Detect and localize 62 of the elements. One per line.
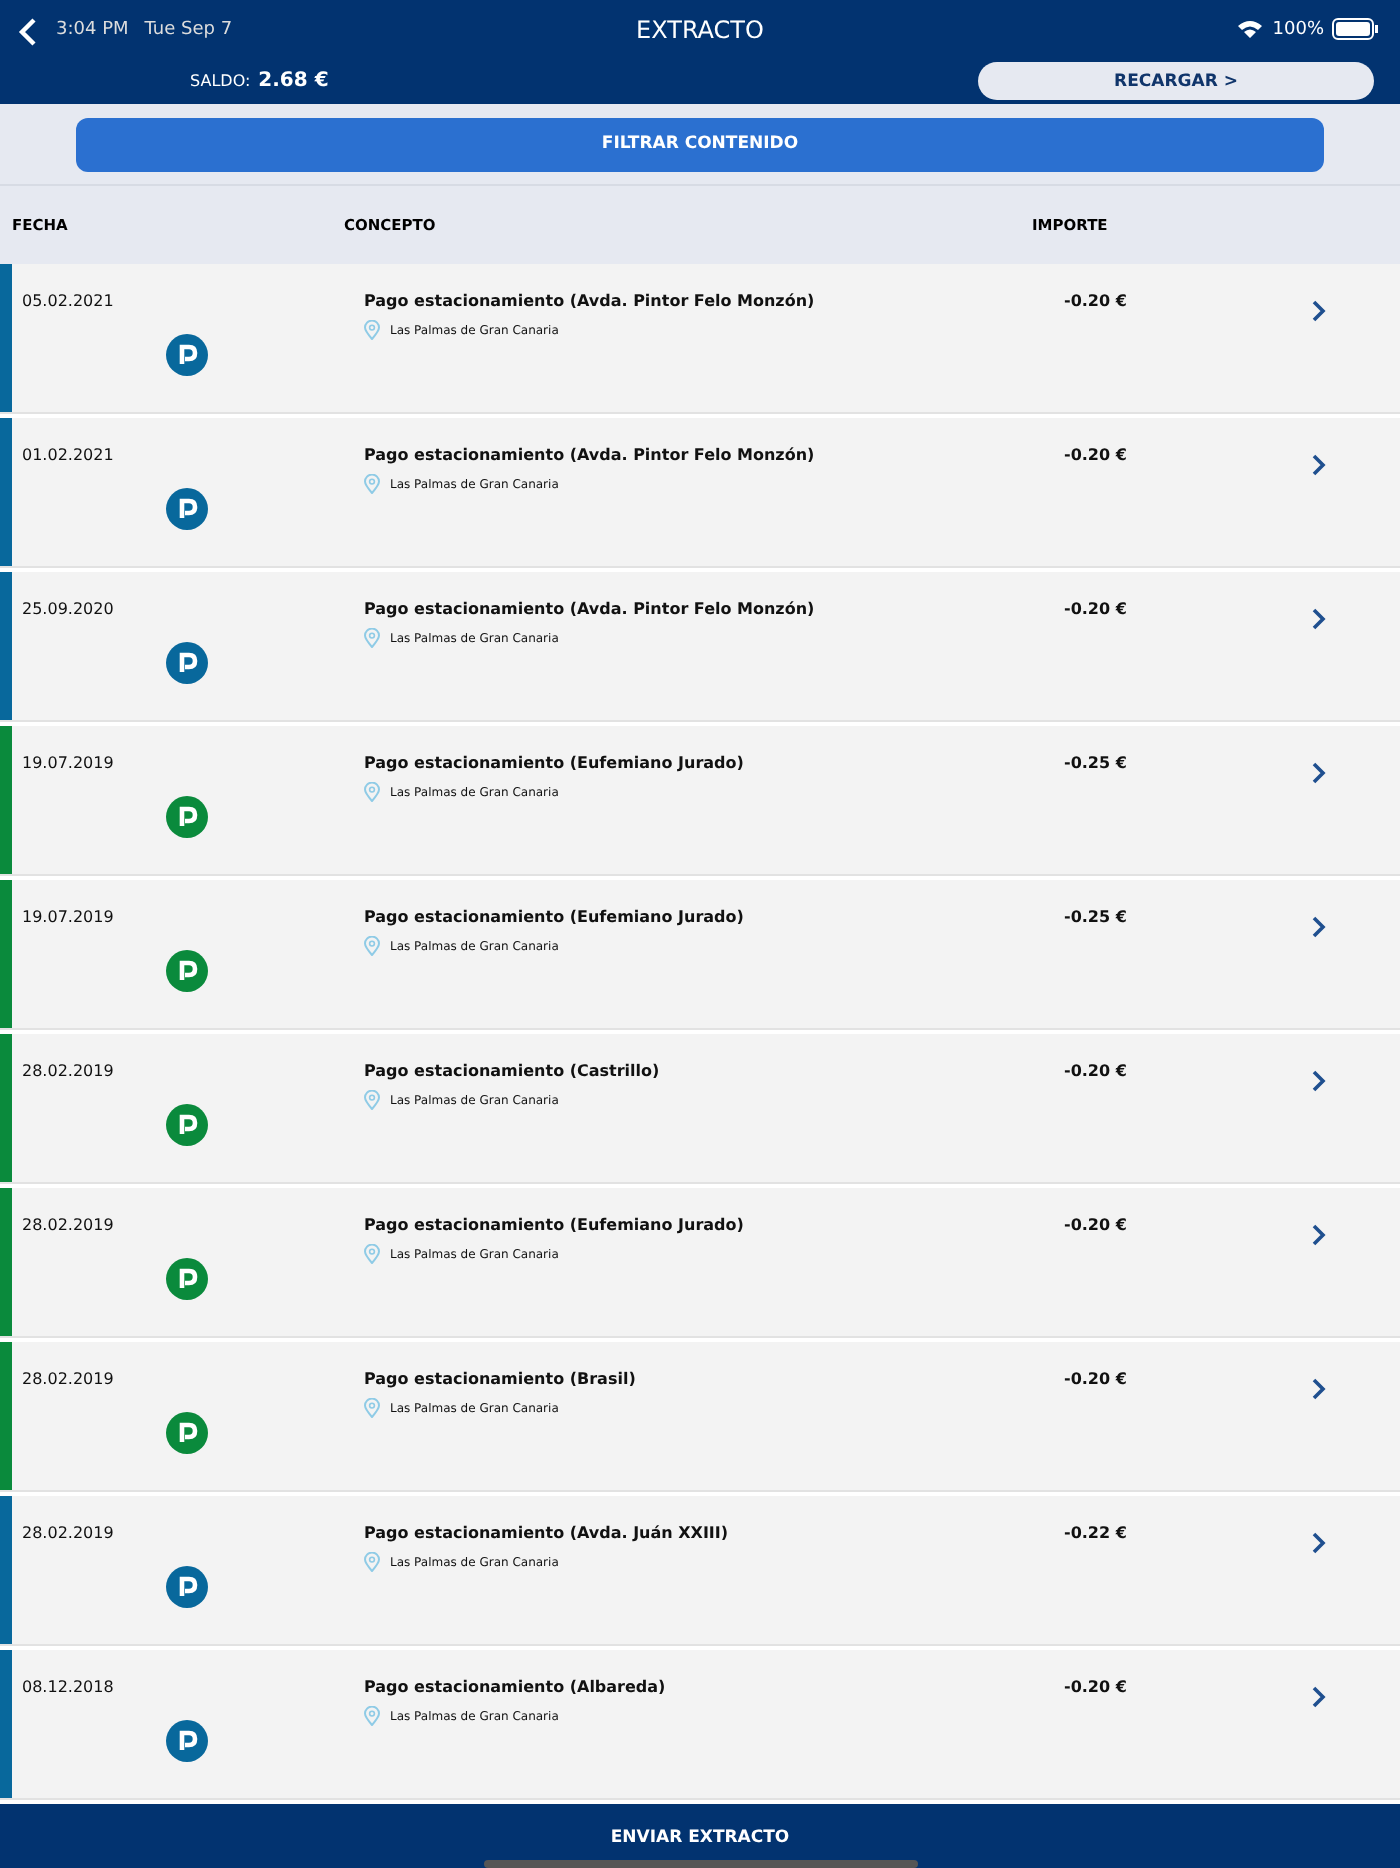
- date-text: 01.02.2021: [22, 446, 116, 464]
- location-pin-icon: [364, 1090, 380, 1110]
- battery-percent: 100%: [1272, 19, 1324, 39]
- location-pin-icon: [364, 1552, 380, 1572]
- amount-text: -0.22 €: [1062, 1524, 1129, 1542]
- amount-text: -0.20 €: [1062, 1370, 1129, 1388]
- concept-text: Pago estacionamiento (Eufemiano Jurado): [364, 908, 746, 926]
- date-text: 19.07.2019: [22, 908, 116, 926]
- date-text: 28.02.2019: [22, 1524, 116, 1542]
- amount-text: -0.20 €: [1062, 292, 1129, 310]
- chevron-right-icon: [1312, 1686, 1326, 1708]
- location-pin-icon: [364, 320, 380, 340]
- concept-text: Pago estacionamiento (Castrillo): [364, 1062, 662, 1080]
- location-pin-icon: [364, 782, 380, 802]
- chevron-right-icon: [1312, 762, 1326, 784]
- concept-text: Pago estacionamiento (Albareda): [364, 1678, 668, 1696]
- concept-text: Pago estacionamiento (Brasil): [364, 1370, 638, 1388]
- chevron-right-icon: [1312, 916, 1326, 938]
- concept-text: Pago estacionamiento (Avda. Pintor Felo Monzón): [364, 600, 817, 618]
- chevron-right-icon: [1312, 1532, 1326, 1554]
- concept-text: Pago estacionamiento (Avda. Pintor Felo Monzón): [364, 292, 817, 310]
- concept-text: Pago estacionamiento (Avda. Pintor Felo Monzón): [364, 446, 817, 464]
- amount-text: -0.25 €: [1062, 754, 1129, 772]
- date-text: 25.09.2020: [22, 600, 116, 618]
- amount-text: -0.25 €: [1062, 908, 1129, 926]
- amount-text: -0.20 €: [1062, 1216, 1129, 1234]
- status-date: Tue Sep 7: [144, 19, 233, 39]
- recharge-button[interactable]: RECARGAR >: [978, 62, 1374, 101]
- location-pin-icon: [364, 1398, 380, 1418]
- date-text: 05.02.2021: [22, 292, 116, 310]
- battery-icon: [1332, 18, 1380, 40]
- location-pin-icon: [364, 1706, 380, 1726]
- date-text: 28.02.2019: [22, 1370, 116, 1388]
- screen-title: EXTRACTO: [634, 16, 766, 44]
- location-pin-icon: [364, 628, 380, 648]
- amount-text: -0.20 €: [1062, 1678, 1129, 1696]
- chevron-right-icon: [1312, 1224, 1326, 1246]
- location-pin-icon: [364, 1244, 380, 1264]
- balance-amount: 2.68 €: [258, 70, 329, 93]
- concept-text: Pago estacionamiento (Avda. Juán XXIII): [364, 1524, 731, 1542]
- location-pin-icon: [364, 936, 380, 956]
- concept-text: Pago estacionamiento (Eufemiano Jurado): [364, 1216, 746, 1234]
- chevron-right-icon: [1312, 1378, 1326, 1400]
- location-pin-icon: [364, 474, 380, 494]
- date-text: 28.02.2019: [22, 1216, 116, 1234]
- chevron-right-icon: [1312, 454, 1326, 476]
- send-statement-button[interactable]: ENVIAR EXTRACTO: [598, 1824, 802, 1852]
- wifi-icon: [1236, 18, 1265, 40]
- date-text: 19.07.2019: [22, 754, 116, 772]
- balance-label: SALDO:: [190, 72, 251, 91]
- chevron-right-icon: [1312, 1070, 1326, 1092]
- chevron-right-icon: [1312, 608, 1326, 630]
- chevron-right-icon: [1312, 300, 1326, 322]
- status-time: 3:04 PM: [56, 19, 129, 39]
- amount-text: -0.20 €: [1062, 1062, 1129, 1080]
- date-text: 08.12.2018: [22, 1678, 116, 1696]
- amount-text: -0.20 €: [1062, 446, 1129, 464]
- date-text: 28.02.2019: [22, 1062, 116, 1080]
- concept-text: Pago estacionamiento (Eufemiano Jurado): [364, 754, 746, 772]
- back-icon: [18, 18, 38, 46]
- amount-text: -0.20 €: [1062, 600, 1129, 618]
- filter-button[interactable]: FILTRAR CONTENIDO: [76, 117, 1324, 172]
